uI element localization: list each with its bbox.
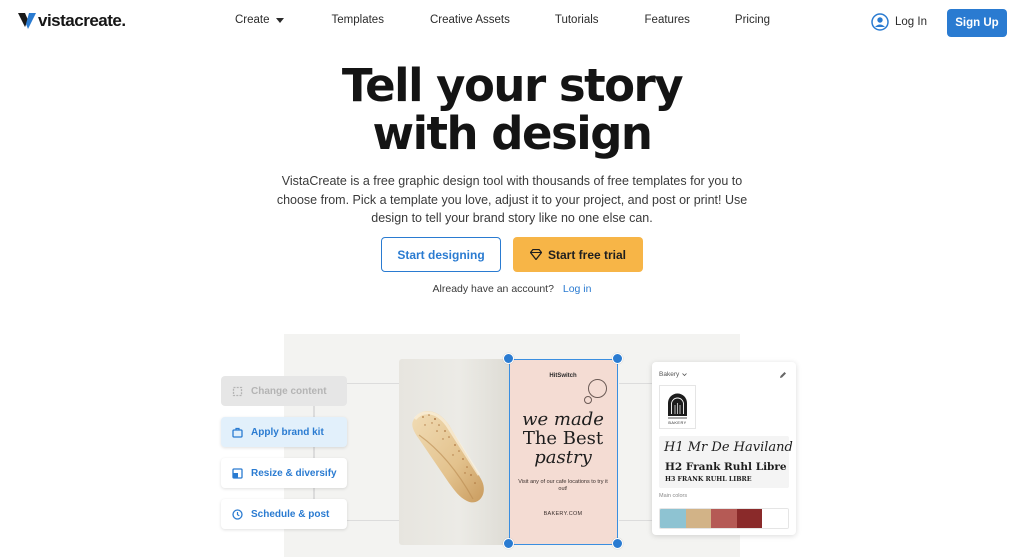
brand-logo: BAKERY (659, 385, 696, 429)
step-connector (346, 383, 399, 384)
font-h3: H3 FRANK RUHL LIBRE (665, 476, 752, 483)
vistacreate-logo[interactable]: vistacreate. (18, 11, 126, 31)
hero-title: Tell your story with design (341, 59, 684, 160)
signup-button[interactable]: Sign Up (947, 9, 1007, 37)
font-h1: H1 Mr De Haviland (664, 440, 793, 455)
panel-connector (619, 383, 653, 384)
resize-handle-top-left[interactable] (503, 353, 514, 364)
diamond-icon (529, 249, 542, 260)
resize-handle-bottom-left[interactable] (503, 538, 514, 549)
nav-creative-assets[interactable]: Creative Assets (430, 14, 510, 26)
user-icon (871, 13, 889, 31)
login-link[interactable]: Log In (871, 13, 927, 31)
pastry-photo (399, 359, 509, 545)
apply-brand-kit-step[interactable]: Apply brand kit (221, 417, 347, 447)
brand-kit-panel: Bakery BAKERY H1 Mr De Haviland H2 Frank… (652, 362, 796, 535)
pencil-icon[interactable] (779, 371, 787, 379)
color-swatch[interactable] (736, 509, 763, 528)
change-content-step[interactable]: Change content (221, 376, 347, 406)
eclair-illustration (412, 410, 484, 503)
color-swatch[interactable] (660, 509, 686, 528)
color-swatch[interactable] (711, 509, 737, 528)
start-designing-button[interactable]: Start designing (381, 237, 501, 272)
resize-handle-bottom-right[interactable] (612, 538, 623, 549)
resize-handle-top-right[interactable] (612, 353, 623, 364)
clock-icon (232, 508, 243, 520)
brand-fonts: H1 Mr De Haviland H2 Frank Ruhl Libre H3… (659, 436, 793, 488)
nav-features[interactable]: Features (645, 14, 690, 26)
chevron-down-icon (275, 18, 284, 23)
resize-icon (232, 467, 243, 479)
color-swatch[interactable] (762, 509, 788, 528)
brand-name: vistacreate (38, 11, 122, 30)
poster-headline: we made The Best pastry (522, 409, 604, 468)
resize-diversify-step[interactable]: Resize & diversify (221, 458, 347, 488)
account-prompt: Already have an account? Log in (432, 283, 592, 295)
briefcase-icon (232, 427, 243, 438)
start-free-trial-button[interactable]: Start free trial (513, 237, 643, 272)
panel-connector (619, 520, 653, 521)
step-connector (346, 520, 399, 521)
logo-v-icon (18, 13, 36, 29)
nav-tutorials[interactable]: Tutorials (555, 14, 599, 26)
nav-create[interactable]: Create (235, 14, 284, 26)
colors-label: Main colors (659, 493, 688, 499)
hero-subtitle: VistaCreate is a free graphic design too… (276, 174, 748, 225)
font-h2: H2 Frank Ruhl Libre (665, 461, 787, 473)
crop-icon (232, 386, 243, 396)
nav-templates[interactable]: Templates (332, 14, 384, 26)
step-connector (313, 390, 315, 515)
account-login-link[interactable]: Log in (563, 283, 592, 295)
chevron-down-icon (682, 373, 688, 377)
color-swatch[interactable] (685, 509, 712, 528)
nav-pricing[interactable]: Pricing (735, 14, 770, 26)
nav-links: Create Templates Creative Assets Tutoria… (224, 14, 770, 26)
top-nav: vistacreate. Create Templates Creative A… (0, 0, 1024, 44)
color-swatches (659, 508, 789, 529)
schedule-post-step[interactable]: Schedule & post (221, 499, 347, 529)
brand-kit-dropdown[interactable]: Bakery (659, 371, 688, 378)
circle-decoration (584, 396, 592, 404)
circle-decoration (588, 379, 607, 398)
design-poster[interactable]: HitSwitch we made The Best pastry Visit … (509, 359, 618, 545)
